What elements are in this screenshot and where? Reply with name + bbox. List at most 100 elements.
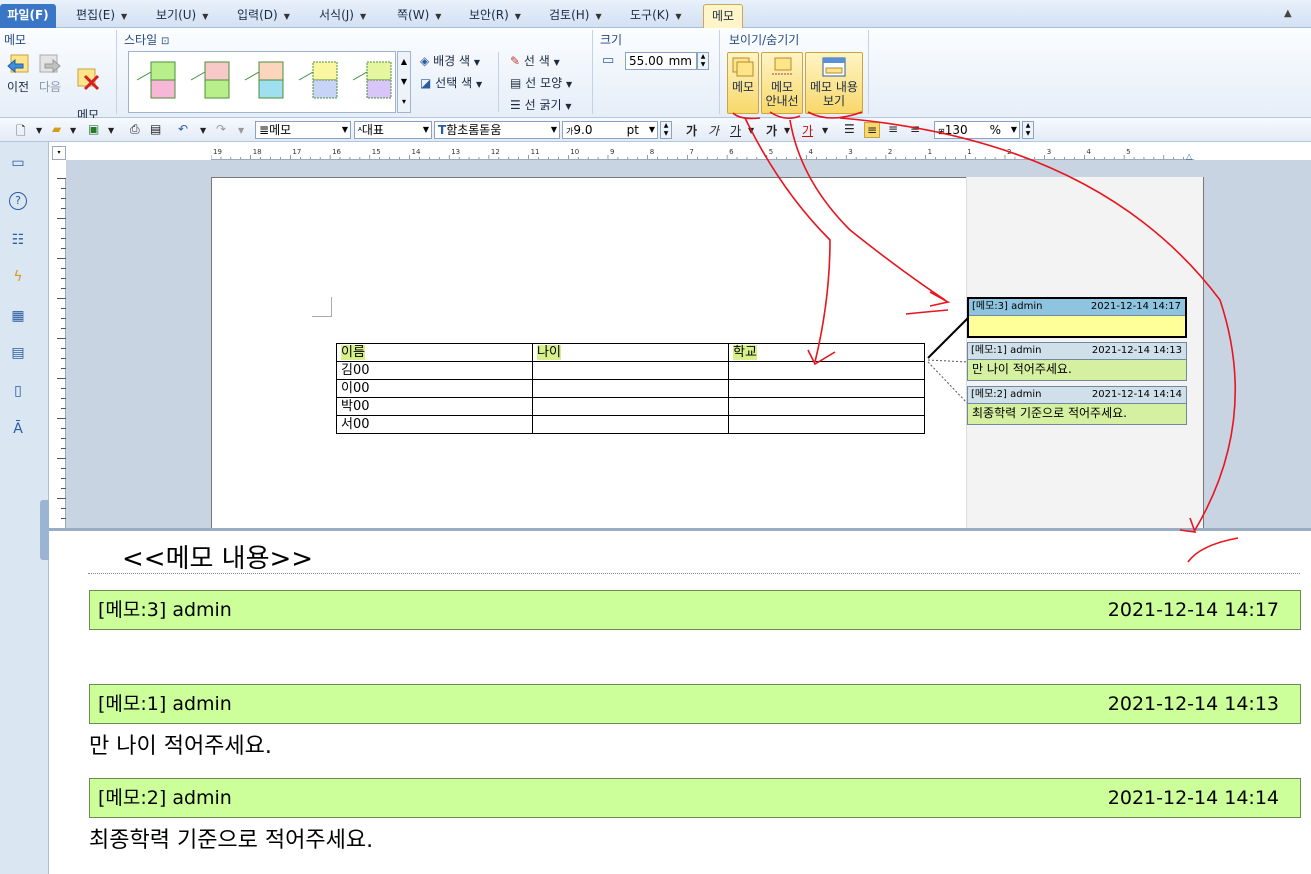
menu-view[interactable]: 보기(U) ▼ bbox=[152, 4, 212, 28]
sel-color-button[interactable]: ◪ 선택 색 ▼ bbox=[420, 74, 482, 91]
menu-memo[interactable]: 메모 bbox=[703, 4, 743, 28]
print-icon[interactable]: ⎙ bbox=[130, 122, 140, 137]
new-doc-icon[interactable]: 🗋 bbox=[16, 122, 26, 143]
menu-review[interactable]: 검토(H) ▼ bbox=[545, 4, 606, 28]
dialog-launcher-icon[interactable]: ⊡ bbox=[161, 36, 169, 47]
table-cell[interactable] bbox=[532, 379, 729, 398]
menu-input[interactable]: 입력(D) ▼ bbox=[233, 4, 294, 28]
memo-style-gallery[interactable] bbox=[128, 51, 396, 113]
next-memo-button[interactable]: 다음 bbox=[36, 52, 64, 94]
bg-color-button[interactable]: ◈ 배경 색 ▼ bbox=[420, 52, 480, 69]
memo-body[interactable]: 최종학력 기준으로 적어주세요. bbox=[968, 404, 1186, 424]
form-icon[interactable]: ▤ bbox=[9, 344, 27, 362]
memo-width-spinner[interactable]: ▲ ▼ bbox=[697, 52, 709, 70]
align-justify-icon[interactable]: ☰ bbox=[844, 122, 855, 136]
font-size-field[interactable]: 가9.0 pt ▼ bbox=[562, 121, 658, 139]
chevron-down-icon[interactable]: ▼ bbox=[200, 126, 206, 135]
chevron-down-icon[interactable]: ▼ bbox=[238, 126, 244, 135]
table-cell[interactable] bbox=[532, 415, 729, 434]
table-cell[interactable]: 김00 bbox=[336, 361, 533, 380]
line-width-button[interactable]: ☰ 선 굵기 ▼ bbox=[510, 96, 572, 113]
memo-content-view-button[interactable]: 메모 내용 보기 bbox=[805, 52, 863, 114]
lightning-icon[interactable]: ϟ bbox=[9, 268, 27, 286]
table-cell[interactable] bbox=[532, 397, 729, 416]
panel-memo-header[interactable]: [메모:1] admin 2021-12-14 14:13 bbox=[89, 684, 1301, 724]
gallery-icon[interactable]: ▦ bbox=[9, 307, 27, 325]
memo-body[interactable]: 만 나이 적어주세요. bbox=[968, 360, 1186, 380]
italic-button[interactable]: 가 bbox=[708, 122, 719, 139]
align-center-icon[interactable]: ≡ bbox=[888, 122, 898, 136]
table-cell[interactable]: 이00 bbox=[336, 379, 533, 398]
chevron-down-icon[interactable]: ▼ bbox=[784, 126, 790, 135]
panel-memo-header[interactable]: [메모:3] admin 2021-12-14 14:17 bbox=[89, 590, 1301, 630]
chevron-down-icon[interactable]: ▼ bbox=[822, 126, 828, 135]
align-right-icon[interactable]: ≡ bbox=[910, 122, 920, 136]
help-icon[interactable]: ? bbox=[9, 192, 27, 210]
gallery-down-icon[interactable]: ▼ bbox=[398, 72, 410, 92]
gallery-more-icon[interactable]: ▾ bbox=[398, 92, 410, 112]
table-cell[interactable] bbox=[728, 397, 925, 416]
memo-width-field[interactable]: 55.00 mm bbox=[625, 52, 697, 70]
sidebar-collapse-handle[interactable] bbox=[40, 500, 49, 560]
menu-page[interactable]: 쪽(W) ▼ bbox=[393, 4, 445, 28]
line-color-button[interactable]: ✎ 선 색 ▼ bbox=[510, 52, 560, 69]
style-swatch-2[interactable] bbox=[190, 61, 230, 99]
margin-memo-3[interactable]: [메모:3] admin 2021-12-14 14:17 bbox=[967, 297, 1187, 338]
style-swatch-4[interactable] bbox=[298, 61, 338, 99]
panel-memo-body[interactable]: 만 나이 적어주세요. bbox=[89, 728, 272, 760]
document-table[interactable]: 이름 나이 학교 김00 이00 박00 서00 bbox=[336, 343, 925, 434]
line-shape-button[interactable]: ▤ 선 모양 ▼ bbox=[510, 74, 572, 91]
menu-format[interactable]: 서식(J) ▼ bbox=[315, 4, 370, 28]
panel-memo-header[interactable]: [메모:2] admin 2021-12-14 14:14 bbox=[89, 778, 1301, 818]
lang-select[interactable]: ᴬ대표 ▼ bbox=[354, 121, 432, 139]
table-cell[interactable] bbox=[728, 361, 925, 380]
table-cell[interactable] bbox=[728, 415, 925, 434]
table-cell[interactable]: 서00 bbox=[336, 415, 533, 434]
list-icon[interactable]: ☷ bbox=[9, 231, 27, 249]
memo-guideline-button[interactable]: 메모 안내선 bbox=[761, 52, 803, 114]
undo-icon[interactable]: ↶ bbox=[178, 122, 188, 136]
zoom-spinner[interactable]: ▲ ▼ bbox=[1022, 121, 1034, 139]
margin-memo-2[interactable]: [메모:2] admin 2021-12-14 14:14 최종학력 기준으로 적… bbox=[967, 386, 1187, 425]
save-icon[interactable]: ▣ bbox=[88, 122, 99, 136]
open-folder-icon[interactable]: ▰ bbox=[52, 122, 61, 136]
style-swatch-1[interactable] bbox=[136, 61, 176, 99]
font-color-button[interactable]: 가 bbox=[802, 122, 813, 139]
preview-icon[interactable]: ▤ bbox=[150, 122, 161, 136]
table-header-cell[interactable]: 이름 bbox=[336, 343, 533, 362]
para-style-select[interactable]: ≣메모 ▼ bbox=[255, 121, 351, 139]
font-size-spinner[interactable]: ▲ ▼ bbox=[660, 121, 672, 139]
memo-body[interactable] bbox=[969, 316, 1185, 336]
align-left-icon[interactable]: ≡ bbox=[864, 122, 881, 138]
ruler-corner-button[interactable]: ▾ bbox=[52, 146, 66, 160]
panel-memo-body[interactable]: 최종학력 기준으로 적어주세요. bbox=[89, 822, 373, 854]
ribbon-collapse-icon[interactable]: ▲ bbox=[1284, 8, 1292, 19]
font-select[interactable]: T함초롬돋움 ▼ bbox=[434, 121, 560, 139]
strike-button[interactable]: 가 bbox=[766, 122, 777, 139]
style-swatch-3[interactable] bbox=[244, 61, 284, 99]
document-icon[interactable]: ▯ bbox=[9, 382, 27, 400]
style-swatch-5[interactable] bbox=[352, 61, 392, 99]
menu-tools[interactable]: 도구(K) ▼ bbox=[626, 4, 685, 28]
table-header-cell[interactable]: 나이 bbox=[532, 343, 729, 362]
zoom-field[interactable]: ⊞130% ▼ bbox=[934, 121, 1020, 139]
table-cell[interactable] bbox=[728, 379, 925, 398]
chevron-down-icon[interactable]: ▼ bbox=[36, 126, 42, 135]
table-cell[interactable]: 박00 bbox=[336, 397, 533, 416]
gallery-scroll[interactable]: ▲ ▼ ▾ bbox=[397, 51, 411, 113]
table-cell[interactable] bbox=[532, 361, 729, 380]
gallery-up-icon[interactable]: ▲ bbox=[398, 52, 410, 72]
bold-button[interactable]: 가 bbox=[686, 122, 697, 139]
redo-icon[interactable]: ↷ bbox=[216, 122, 226, 136]
underline-button[interactable]: 가 bbox=[730, 122, 741, 139]
prev-memo-button[interactable]: 이전 bbox=[4, 52, 32, 94]
table-header-cell[interactable]: 학교 bbox=[728, 343, 925, 362]
chevron-down-icon[interactable]: ▼ bbox=[70, 126, 76, 135]
menu-edit[interactable]: 편집(E) ▼ bbox=[72, 4, 131, 28]
memo-toggle-button[interactable]: 메모 bbox=[727, 52, 759, 114]
margin-memo-1[interactable]: [메모:1] admin 2021-12-14 14:13 만 나이 적어주세요. bbox=[967, 342, 1187, 381]
spellcheck-icon[interactable]: Ā bbox=[9, 420, 27, 438]
chevron-down-icon[interactable]: ▼ bbox=[108, 126, 114, 135]
chevron-down-icon[interactable]: ▼ bbox=[748, 126, 754, 135]
menu-security[interactable]: 보안(R) ▼ bbox=[465, 4, 525, 28]
